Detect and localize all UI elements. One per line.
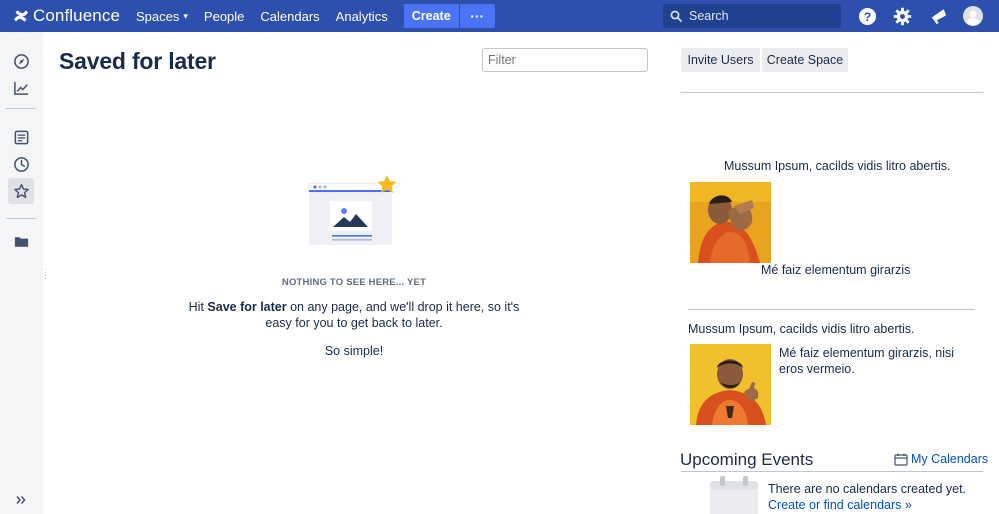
user-avatar[interactable] — [963, 6, 983, 26]
search-placeholder: Search — [689, 9, 729, 23]
help-icon[interactable]: ? — [857, 6, 877, 26]
calendar-icon — [894, 453, 908, 466]
meme-caption-side: Mé faiz elementum girarzis, nisi eros ve… — [779, 346, 955, 376]
empty-state-text: Hit Save for later on any page, and we'l… — [188, 299, 520, 331]
upcoming-events-title: Upcoming Events — [680, 450, 814, 469]
folder-icon[interactable] — [8, 228, 34, 254]
meme-caption-top: Mussum Ipsum, cacilds vidis litro aberti… — [724, 159, 951, 173]
expand-sidebar-icon[interactable] — [8, 487, 34, 513]
nav-spaces-label: Spaces — [136, 8, 180, 24]
search-icon — [670, 10, 682, 22]
confluence-logo[interactable]: Confluence — [13, 6, 120, 26]
recent-clock-icon[interactable] — [8, 151, 34, 177]
divider — [681, 471, 983, 472]
nav-calendars[interactable]: Calendars — [260, 9, 319, 24]
meme-image-disapprove — [690, 182, 771, 263]
analytics-icon[interactable] — [8, 75, 34, 101]
no-calendars-text: There are no calendars created yet. — [768, 482, 967, 496]
compass-icon[interactable] — [8, 48, 34, 74]
invite-users-button[interactable]: Invite Users — [681, 48, 760, 72]
create-space-button[interactable]: Create Space — [762, 48, 848, 72]
sidebar-divider — [6, 218, 36, 219]
nav-spaces[interactable]: Spaces ▾ — [136, 9, 188, 24]
saved-star-icon[interactable] — [8, 178, 34, 204]
pages-icon[interactable] — [8, 124, 34, 150]
empty-state-simple: So simple! — [324, 344, 384, 358]
top-navigation-bar: Confluence Spaces ▾ People Calendars Ana… — [0, 0, 999, 32]
svg-text:?: ? — [863, 9, 871, 23]
empty-text-suffix: on any page, and we'll drop it here, so … — [265, 300, 520, 330]
empty-state-heading: NOTHING TO SEE HERE... YET — [281, 277, 427, 288]
page-title: Saved for later — [59, 48, 216, 74]
create-button[interactable]: Create — [403, 4, 459, 28]
empty-state-illustration — [308, 175, 397, 245]
create-more-button[interactable]: ··· — [459, 4, 495, 28]
meme-caption-top: Mussum Ipsum, cacilds vidis litro aberti… — [688, 322, 915, 336]
notifications-megaphone-icon[interactable] — [928, 6, 948, 26]
meme-caption-bottom: Mé faiz elementum girarzis — [761, 263, 911, 277]
my-calendars-label: My Calendars — [911, 452, 989, 466]
app-name: Confluence — [33, 6, 121, 25]
confluence-logo-icon — [14, 10, 28, 22]
chevron-down-icon: ▾ — [183, 10, 188, 21]
meme-image-approve — [690, 344, 771, 425]
divider — [688, 309, 975, 310]
settings-gear-icon[interactable] — [892, 6, 912, 26]
nav-analytics[interactable]: Analytics — [336, 9, 388, 24]
sidebar-resize-handle[interactable]: · · · · — [44, 266, 47, 283]
save-for-later-label: Save for later — [207, 300, 287, 314]
my-calendars-link[interactable]: My Calendars — [894, 452, 988, 466]
empty-text-prefix: Hit — [188, 300, 208, 314]
left-sidebar — [0, 32, 43, 514]
search-input[interactable]: Search — [663, 4, 841, 28]
filter-input[interactable] — [482, 48, 648, 72]
nav-people[interactable]: People — [204, 9, 244, 24]
calendar-placeholder-icon — [710, 476, 758, 514]
divider — [681, 92, 983, 93]
create-find-calendars-link[interactable]: Create or find calendars » — [768, 498, 912, 512]
sidebar-divider — [6, 108, 36, 109]
